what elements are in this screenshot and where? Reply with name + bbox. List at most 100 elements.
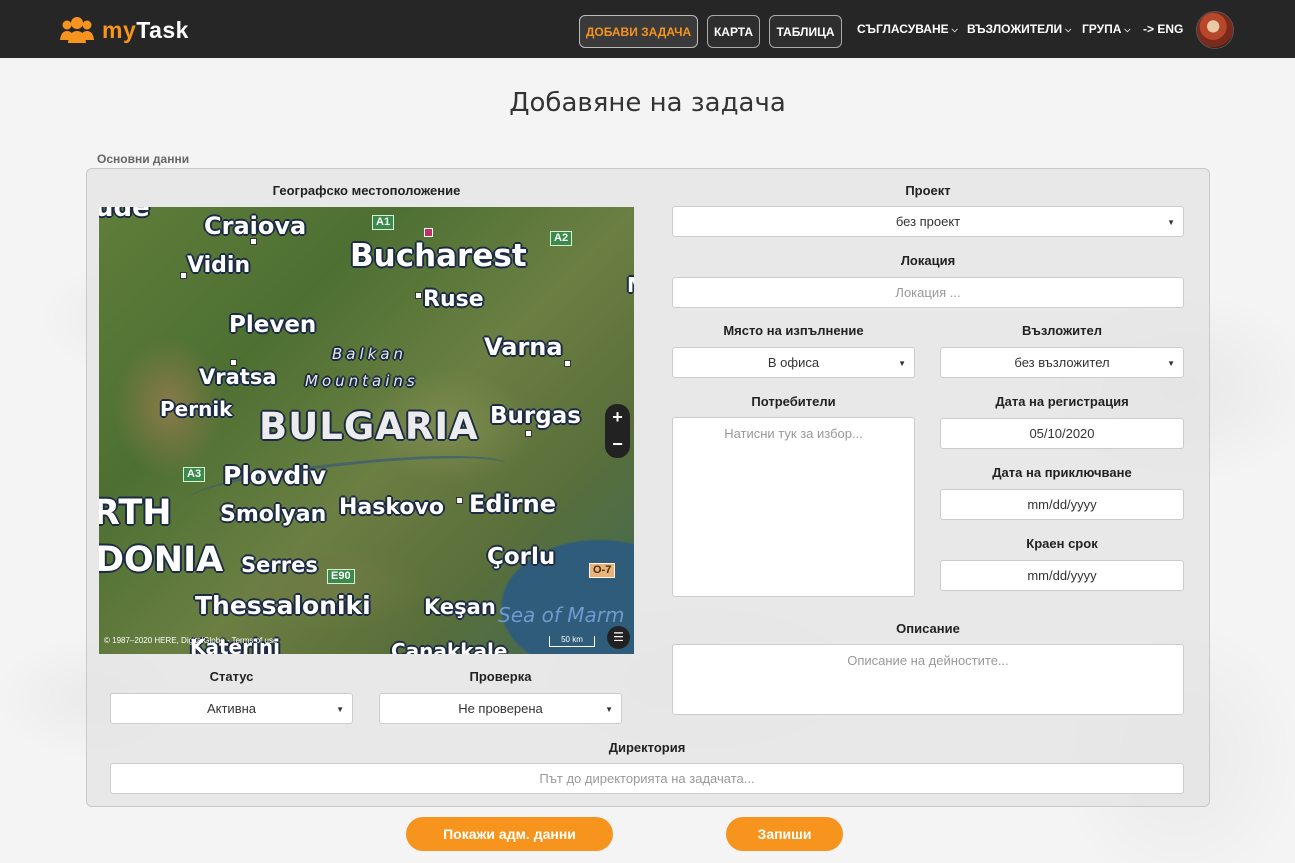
nav-assignors-dropdown[interactable]: ВЪЗЛОЖИТЕЛИ ⌵: [967, 22, 1071, 36]
map-zoom-control: + −: [605, 404, 630, 458]
deadline-placeholder: mm/dd/yyyy: [1027, 568, 1097, 583]
registration-date-label: Дата на регистрация: [995, 394, 1129, 409]
map-label-pernik: Pernik: [160, 397, 233, 421]
users-multiselect[interactable]: Натисни тук за избор...: [672, 417, 915, 597]
map-label-serres: Serres: [241, 553, 318, 577]
map-label-smolyan: Smolyan: [220, 502, 327, 527]
nav-group-label: ГРУПА: [1082, 22, 1122, 36]
completion-date-label: Дата на приключване: [992, 465, 1132, 480]
check-select-value: Не проверена: [458, 701, 543, 716]
map-label-haskovo: Haskovo: [339, 495, 444, 520]
description-textarea[interactable]: Описание на дейностите...: [672, 644, 1184, 715]
map-label-plovdiv: Plovdiv: [223, 461, 327, 490]
map-label-vratsa: Vratsa: [199, 365, 277, 389]
caret-down-icon: ▼: [898, 359, 906, 368]
map-attribution[interactable]: © 1987–2020 HERE, DigitalGlobe · Terms o…: [104, 636, 277, 645]
completion-date-input[interactable]: mm/dd/yyyy: [940, 489, 1184, 520]
description-label: Описание: [896, 621, 960, 636]
city-marker: [250, 238, 257, 245]
map-label-bucharest: Bucharest: [350, 238, 527, 274]
road-a1-badge: A1: [372, 215, 395, 230]
registration-date-input[interactable]: 05/10/2020: [940, 418, 1184, 449]
zoom-in-button[interactable]: +: [605, 404, 630, 431]
location-input-placeholder: Локация ...: [895, 285, 961, 300]
map-label-craiova: Craiova: [204, 212, 307, 240]
users-placeholder: Натисни тук за избор...: [724, 426, 863, 441]
location-input[interactable]: Локация ...: [672, 277, 1184, 308]
directory-input-placeholder: Път до директорията на задачата...: [539, 771, 755, 786]
city-marker: [230, 359, 237, 366]
city-marker: [456, 497, 463, 504]
nav-map-button[interactable]: КАРТА: [707, 15, 760, 48]
nav-add-task-button[interactable]: ДОБАВИ ЗАДАЧА: [579, 15, 698, 48]
save-button[interactable]: Запиши: [726, 817, 843, 851]
project-label: Проект: [905, 183, 951, 198]
description-placeholder: Описание на дейностите...: [847, 653, 1009, 668]
chevron-down-icon: ⌵: [1124, 25, 1131, 34]
logo-text: myTask: [102, 16, 189, 43]
map-label-burgas: Burgas: [490, 403, 581, 429]
assignor-select[interactable]: без възложител ▼: [940, 347, 1184, 378]
users-label: Потребители: [751, 394, 836, 409]
registration-date-value: 05/10/2020: [1029, 426, 1095, 441]
road-o7-badge: O-7: [589, 563, 616, 578]
map-label-ude: ude: [99, 207, 150, 223]
map-label-kesan: Keşan: [424, 595, 496, 619]
deadline-input[interactable]: mm/dd/yyyy: [940, 560, 1184, 591]
chevron-down-icon: ⌵: [1065, 25, 1072, 34]
place-of-execution-select[interactable]: В офиса ▼: [672, 347, 915, 378]
road-a3-badge: A3: [183, 467, 206, 482]
map-label-edirne: Edirne: [469, 490, 556, 518]
capital-marker: [424, 228, 433, 237]
map-label-donia: DONIA: [99, 540, 224, 580]
user-avatar[interactable]: [1196, 11, 1234, 49]
status-select-value: Активна: [206, 701, 257, 716]
nav-agreement-label: СЪГЛАСУВАНЕ: [857, 22, 949, 36]
directory-label: Директория: [608, 740, 686, 755]
city-marker: [564, 360, 571, 367]
map-label-balkan: Balkan: [332, 345, 408, 363]
nav-group-dropdown[interactable]: ГРУПА ⌵: [1082, 22, 1130, 36]
location-map[interactable]: ude Craiova A1 Bucharest A2 M Vidin Ruse…: [99, 207, 634, 654]
page-title: Добавяне на задача: [509, 88, 786, 118]
status-select[interactable]: Активна ▼: [110, 693, 353, 724]
geo-location-label: Географско местоположение: [272, 183, 461, 198]
city-marker: [415, 292, 422, 299]
place-of-execution-value: В офиса: [767, 355, 820, 370]
caret-down-icon: ▼: [336, 705, 344, 714]
map-label-north: RTH: [99, 493, 172, 533]
completion-date-placeholder: mm/dd/yyyy: [1027, 497, 1097, 512]
nav-language-link[interactable]: -> ENG: [1143, 22, 1183, 36]
city-marker: [180, 272, 187, 279]
map-label-sea: Sea of Marm: [498, 603, 625, 627]
map-label-m: M: [627, 273, 634, 297]
map-label-thessaloniki: Thessaloniki: [195, 591, 371, 620]
caret-down-icon: ▼: [1167, 218, 1175, 227]
map-layers-icon[interactable]: ☰: [607, 626, 630, 649]
users-logo-icon: [60, 16, 94, 44]
status-label: Статус: [209, 669, 254, 684]
map-label-pleven: Pleven: [229, 312, 317, 338]
map-label-bulgaria: BULGARIA: [259, 405, 479, 448]
place-of-execution-label: Място на изпълнение: [723, 323, 864, 338]
nav-assignors-label: ВЪЗЛОЖИТЕЛИ: [967, 22, 1063, 36]
nav-agreement-dropdown[interactable]: СЪГЛАСУВАНЕ ⌵: [857, 22, 958, 36]
show-admin-data-button[interactable]: Покажи адм. данни: [406, 817, 613, 851]
check-select[interactable]: Не проверена ▼: [379, 693, 622, 724]
zoom-out-button[interactable]: −: [605, 431, 630, 458]
project-select[interactable]: без проект ▼: [672, 206, 1184, 237]
map-label-canakkale: Canakkale: [391, 639, 508, 654]
assignor-label: Възложител: [1021, 323, 1103, 338]
caret-down-icon: ▼: [605, 705, 613, 714]
section-label-basic-data: Основни данни: [97, 152, 190, 166]
road-e90-badge: E90: [327, 569, 355, 584]
check-label: Проверка: [469, 669, 532, 684]
road-a2-badge: A2: [550, 231, 573, 246]
deadline-label: Краен срок: [1026, 536, 1098, 551]
map-label-ruse: Ruse: [423, 287, 484, 312]
map-label-vidin: Vidin: [187, 253, 251, 278]
location-label: Локация: [900, 253, 956, 268]
app-logo[interactable]: myTask: [60, 15, 189, 45]
directory-input[interactable]: Път до директорията на задачата...: [110, 763, 1184, 794]
nav-table-button[interactable]: ТАБЛИЦА: [769, 15, 842, 48]
